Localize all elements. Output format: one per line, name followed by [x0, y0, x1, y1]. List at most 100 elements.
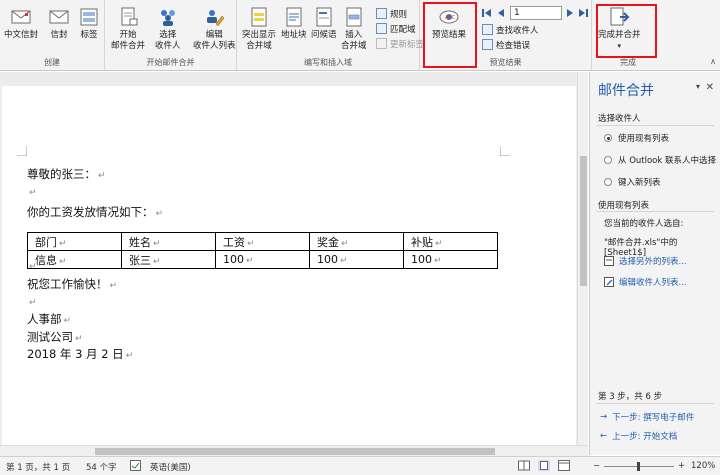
rules-label: 规则 — [390, 9, 408, 20]
check-errors-label: 检查错误 — [496, 40, 531, 51]
table-header-cell: 奖金 ↵ — [309, 232, 404, 251]
blank-para-3: ↵ — [29, 298, 37, 308]
group-write-label: 编写和插入域 — [304, 58, 352, 67]
rules-icon — [376, 8, 387, 19]
highlight-fields-label-1: 突出显示 — [242, 30, 277, 40]
select-recipients-button[interactable]: 选择 收件人 — [155, 6, 181, 52]
vertical-scrollbar[interactable] — [577, 72, 588, 455]
edit-recipients-button[interactable]: 编辑 收件人列表 — [193, 6, 236, 52]
horizontal-scroll-thumb[interactable] — [95, 448, 495, 455]
next-step-link[interactable]: → 下一步: 撰写电子邮件 — [600, 411, 694, 423]
labels-icon — [78, 6, 100, 28]
collapse-ribbon-icon[interactable]: ∧ — [710, 57, 716, 66]
envelope-label: 信封 — [50, 30, 68, 40]
table-header-cell: 补贴 ↵ — [403, 232, 498, 251]
choose-other-list-link[interactable]: 选择另外的列表... — [604, 255, 687, 267]
web-layout-icon[interactable] — [558, 460, 570, 474]
zoom-in-button[interactable]: + — [678, 461, 685, 471]
highlight-fields-button[interactable]: 突出显示 合并域 — [242, 6, 276, 52]
group-write: 突出显示 合并域 地址块 问候语 插入 合并域 规则 匹配域 更新标签 编写和插… — [237, 0, 424, 70]
address-block-button[interactable]: 地址块 — [281, 6, 307, 41]
table-row: 部门 ↵ 姓名 ↵ 工资 ↵ 奖金 ↵ 补贴 ↵ — [27, 232, 498, 251]
highlight-finish-merge — [596, 4, 657, 58]
zoom-slider-thumb[interactable] — [637, 462, 640, 471]
greeting-line-button[interactable]: 问候语 — [311, 6, 337, 41]
print-layout-icon[interactable] — [538, 460, 550, 474]
people-icon — [157, 6, 179, 28]
insert-merge-field-button[interactable]: 插入 合并域 — [341, 6, 367, 52]
vertical-scroll-thumb[interactable] — [580, 156, 587, 286]
highlight-fields-label-2: 合并域 — [246, 41, 272, 51]
radio-outlook[interactable]: 从 Outlook 联系人中选择 — [604, 154, 716, 166]
zoom-out-button[interactable]: − — [593, 461, 600, 471]
last-record-icon[interactable] — [578, 8, 588, 18]
edit-recipients-label-2: 收件人列表 — [193, 41, 236, 51]
update-labels-label: 更新标签 — [390, 39, 425, 50]
labels-button[interactable]: 标签 — [78, 6, 100, 41]
envelope-button[interactable]: 信封 — [48, 6, 70, 41]
current-source-label: 您当前的收件人选自: — [604, 219, 684, 229]
document-page[interactable]: 尊敬的张三： ↵ ↵ 你的工资发放情况如下： ↵ 部门 ↵ 姓名 ↵ 工资 ↵ 奖金 ↵ 补… — [2, 86, 576, 455]
find-recipient-button[interactable]: 查找收件人 — [482, 23, 539, 36]
start-merge-label-2: 邮件合并 — [111, 41, 146, 51]
select-recipients-label-1: 选择 — [159, 30, 177, 40]
table-cell: 100 ↵ — [403, 250, 498, 269]
rules-button[interactable]: 规则 — [376, 7, 407, 20]
next-record-icon[interactable] — [565, 8, 575, 18]
table-header-cell: 姓名 ↵ — [121, 232, 216, 251]
prev-step-link[interactable]: ← 上一步: 开始文档 — [600, 430, 677, 442]
word-count[interactable]: 54 个字 — [86, 461, 117, 473]
check-errors-button[interactable]: 检查错误 — [482, 38, 530, 51]
table-header-cell: 部门 ↵ — [27, 232, 122, 251]
pane-options-icon[interactable]: ▾ — [696, 82, 700, 91]
radio-new-list[interactable]: 键入新列表 — [604, 176, 661, 188]
match-fields-label: 匹配域 — [390, 24, 416, 35]
margin-corner-tr — [500, 146, 510, 156]
check-errors-icon — [482, 39, 493, 50]
greeting-line-label: 问候语 — [311, 30, 337, 40]
horizontal-scrollbar[interactable] — [0, 445, 588, 456]
insert-merge-field-label-1: 插入 — [345, 30, 363, 40]
close-icon[interactable]: ✕ — [706, 82, 714, 93]
prev-record-icon[interactable] — [496, 8, 506, 18]
highlight-icon — [248, 6, 270, 28]
chinese-envelope-button[interactable]: 中文信封 — [4, 6, 38, 41]
table-header-cell: 工资 ↵ — [215, 232, 310, 251]
find-recipient-icon — [482, 24, 493, 35]
select-recipients-heading: 选择收件人 — [598, 114, 641, 124]
record-number-input[interactable]: 1 — [510, 6, 562, 20]
edit-list-icon — [604, 277, 614, 287]
read-mode-icon[interactable] — [518, 460, 530, 474]
page-count[interactable]: 第 1 页，共 1 页 — [6, 461, 70, 473]
table-cell: 100 ↵ — [309, 250, 404, 269]
edit-recipients-label-1: 编辑 — [205, 30, 223, 40]
blank-para-2: ↵ — [29, 262, 37, 272]
insert-field-icon — [343, 6, 365, 28]
divider — [596, 125, 714, 126]
intro-line: 你的工资发放情况如下： ↵ — [27, 205, 164, 219]
divider — [596, 403, 714, 404]
proofing-icon[interactable] — [130, 460, 142, 474]
edit-recipient-list-link[interactable]: 编辑收件人列表... — [604, 276, 687, 288]
step-indicator: 第 3 步，共 6 步 — [598, 392, 663, 402]
radio-dot-icon — [604, 178, 612, 186]
language[interactable]: 英语(美国) — [150, 461, 191, 473]
radio-dot-icon — [604, 134, 612, 142]
group-create-label: 创建 — [44, 58, 60, 67]
start-merge-button[interactable]: 开始 邮件合并 — [111, 6, 145, 52]
zoom-level[interactable]: 120% — [691, 461, 715, 471]
first-record-icon[interactable] — [482, 8, 492, 18]
margin-corner-tl — [17, 146, 27, 156]
status-bar: 第 1 页，共 1 页 54 个字 英语(美国) − + 120% — [0, 456, 720, 475]
address-block-label: 地址块 — [281, 30, 307, 40]
list-icon — [604, 256, 614, 266]
group-finish-label: 完成 — [620, 58, 636, 67]
blank-para-1: ↵ — [29, 188, 37, 198]
table-cell: 100 ↵ — [215, 250, 310, 269]
envelope-icon — [10, 6, 32, 28]
match-fields-button[interactable]: 匹配域 — [376, 22, 416, 35]
group-start-label: 开始邮件合并 — [146, 58, 195, 67]
update-labels-button[interactable]: 更新标签 — [376, 37, 424, 50]
dept-line: 人事部 ↵ — [27, 312, 72, 326]
radio-use-existing[interactable]: 使用现有列表 — [604, 132, 669, 144]
